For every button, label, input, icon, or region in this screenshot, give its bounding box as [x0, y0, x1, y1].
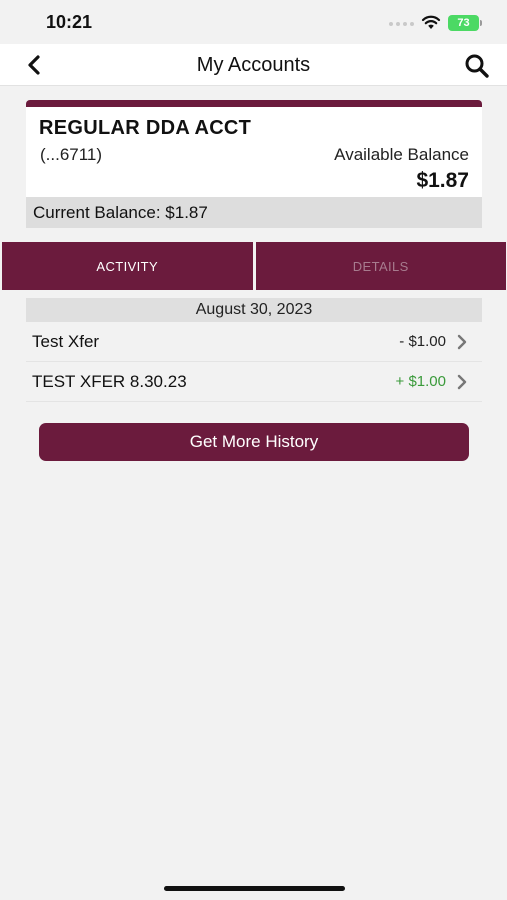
search-icon[interactable]	[464, 53, 490, 79]
tab-activity[interactable]: ACTIVITY	[2, 242, 253, 290]
page-title: My Accounts	[196, 54, 311, 76]
wifi-icon	[421, 15, 441, 29]
battery-level: 73	[457, 17, 470, 29]
transaction-list: Test Xfer - $1.00 TEST XFER 8.30.23 + $1…	[26, 322, 482, 402]
status-time: 10:21	[46, 12, 93, 32]
signal-dots-icon	[389, 22, 414, 26]
available-balance-label: Available Balance	[334, 145, 469, 164]
chevron-right-icon	[457, 334, 467, 350]
transaction-description: Test Xfer	[32, 332, 100, 351]
transaction-description: TEST XFER 8.30.23	[32, 372, 187, 391]
nav-bar: My Accounts	[0, 44, 507, 86]
transaction-row[interactable]: TEST XFER 8.30.23 + $1.00	[26, 362, 482, 402]
account-tabs: ACTIVITY DETAILS	[2, 242, 506, 290]
battery-icon: 73	[448, 15, 482, 31]
account-card[interactable]: REGULAR DDA ACCT (...6711) Available Bal…	[26, 100, 482, 228]
current-balance: Current Balance: $1.87	[33, 203, 208, 222]
transaction-amount: - $1.00	[399, 333, 446, 350]
status-bar: 10:21 73	[0, 0, 507, 44]
account-name: REGULAR DDA ACCT	[39, 117, 252, 139]
date-header: August 30, 2023	[26, 298, 482, 322]
transaction-row[interactable]: Test Xfer - $1.00	[26, 322, 482, 362]
current-balance-bar: Current Balance: $1.87	[26, 197, 482, 228]
get-more-history-button[interactable]: Get More History	[39, 423, 469, 461]
transaction-amount: + $1.00	[395, 373, 446, 390]
home-indicator	[164, 886, 345, 891]
account-number: (...6711)	[40, 145, 103, 164]
tab-details[interactable]: DETAILS	[255, 242, 506, 290]
available-balance-amount: $1.87	[416, 169, 469, 192]
chevron-right-icon	[457, 374, 467, 390]
